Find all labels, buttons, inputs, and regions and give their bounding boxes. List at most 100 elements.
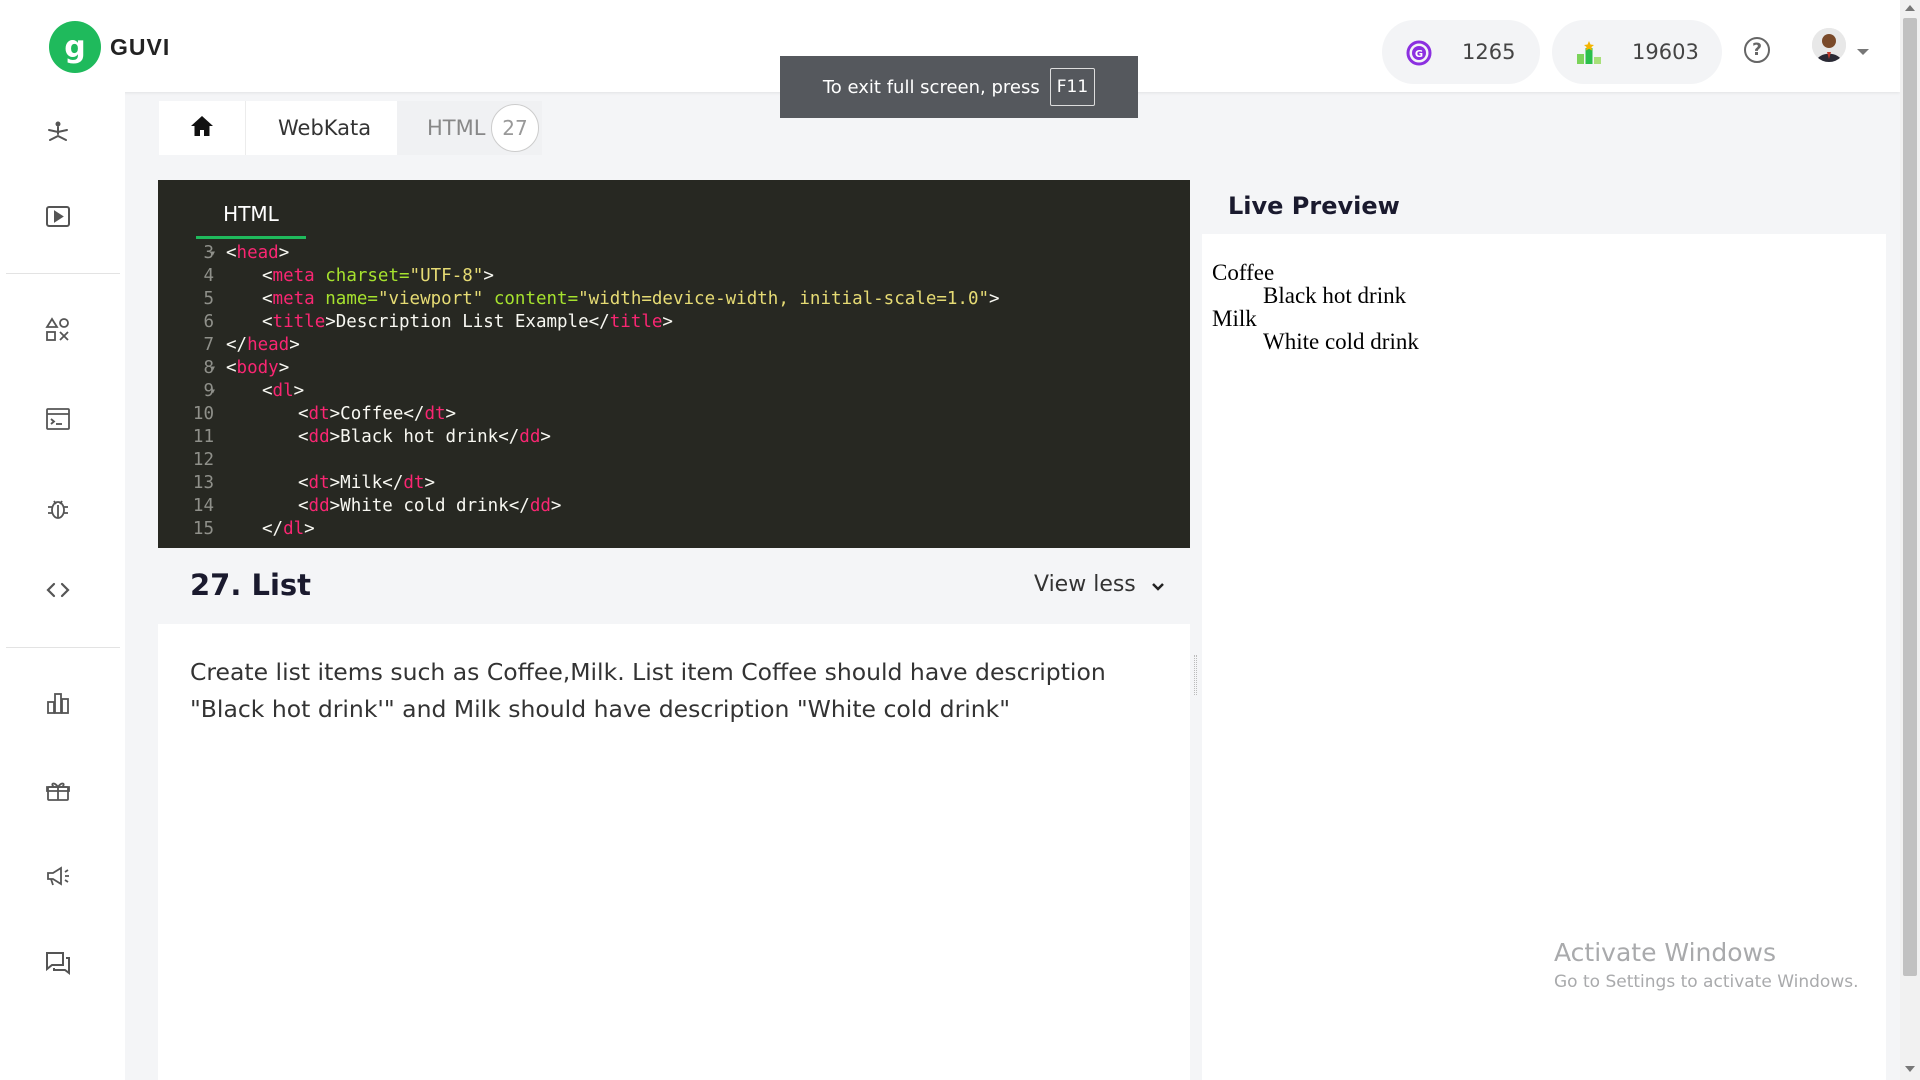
code-line[interactable]: 10 <dt>Coffee</dt>: [158, 403, 1190, 426]
code-token: <: [298, 427, 309, 447]
code-token: dt: [308, 473, 330, 493]
code-text: </dl>: [262, 518, 315, 541]
code-token: dt: [403, 473, 425, 493]
home-icon: [190, 115, 214, 142]
user-avatar[interactable]: [1812, 28, 1846, 62]
code-token: dl: [272, 381, 294, 401]
question-circle-icon[interactable]: ?: [1744, 37, 1770, 63]
code-line[interactable]: 5 <meta name="viewport" content="width=de…: [158, 288, 1190, 311]
view-less-button[interactable]: View less: [1034, 572, 1165, 598]
code-token: meta: [272, 289, 315, 309]
code-token: title: [609, 312, 663, 332]
yoga-pose-icon[interactable]: [44, 118, 72, 146]
scrollbar-thumb[interactable]: [1903, 18, 1917, 976]
fold-arrow-icon[interactable]: ▾: [210, 380, 216, 403]
code-token: >Coffee</: [329, 404, 425, 424]
code-line[interactable]: 12: [158, 449, 1190, 472]
code-token: >: [550, 496, 562, 516]
code-line[interactable]: 7 </head>: [158, 334, 1190, 357]
code-token: </: [226, 335, 248, 355]
code-line[interactable]: 8 ▾ <body>: [158, 357, 1190, 380]
code-token: <: [226, 243, 237, 263]
breadcrumb-html-label: HTML: [427, 116, 486, 140]
code-line[interactable]: 15 </dl>: [158, 518, 1190, 541]
preview-header: Live Preview: [1202, 180, 1886, 234]
preview-term: Milk: [1212, 306, 1257, 331]
line-number: 8: [203, 358, 214, 378]
code-line[interactable]: 9 ▾ <dl>: [158, 380, 1190, 403]
terminal-window-icon[interactable]: [44, 405, 72, 433]
chat-bubbles-icon[interactable]: [44, 950, 72, 978]
code-line[interactable]: 6 <title>Description List Example</title>: [158, 311, 1190, 334]
code-line[interactable]: 4 <meta charset="UTF-8">: [158, 265, 1190, 288]
code-line[interactable]: 14 <dd>White cold drink</dd>: [158, 495, 1190, 518]
line-number: 14: [192, 496, 214, 516]
rank-counter[interactable]: 19603: [1552, 20, 1722, 84]
toast-key: F11: [1049, 68, 1096, 106]
fold-arrow-icon[interactable]: ▾: [210, 242, 216, 265]
code-token: title: [272, 312, 326, 332]
line-number: 13: [192, 473, 214, 493]
code-token: >: [540, 427, 551, 447]
code-token: >: [278, 243, 290, 263]
code-lines[interactable]: 3 ▾ <head> 4 <meta charset="UTF-8"> 5 <meta na…: [158, 242, 1190, 541]
problem-title: 27. List: [190, 568, 312, 602]
breadcrumb: WebKata HTML 27: [159, 101, 542, 155]
scroll-down-arrow-icon[interactable]: [1905, 1066, 1915, 1072]
code-token: <: [298, 496, 309, 516]
megaphone-icon[interactable]: [44, 862, 72, 890]
fold-arrow-icon[interactable]: ▾: [210, 357, 216, 380]
sidebar-divider: [6, 273, 120, 274]
scroll-up-arrow-icon[interactable]: [1905, 5, 1915, 11]
line-number: 10: [192, 404, 214, 424]
shapes-icon[interactable]: [44, 316, 72, 344]
code-token: dd: [529, 496, 551, 516]
code-token: <: [262, 381, 273, 401]
windows-activation-subtitle: Go to Settings to activate Windows.: [1554, 972, 1859, 992]
code-token: >: [445, 404, 457, 424]
code-token: "UTF-8": [409, 266, 484, 286]
code-line[interactable]: 11 <dd>Black hot drink</dd>: [158, 426, 1190, 449]
code-token: >: [304, 519, 315, 539]
preview-title: Live Preview: [1228, 192, 1400, 220]
problem-header: 27. List View less: [158, 548, 1190, 624]
line-number: 3: [203, 243, 214, 263]
code-token: dd: [308, 427, 330, 447]
view-less-label: View less: [1034, 572, 1136, 597]
code-line[interactable]: 3 ▾ <head>: [158, 242, 1190, 265]
code-token: head: [236, 243, 279, 263]
tab-html[interactable]: HTML: [196, 194, 306, 240]
code-token: >: [662, 312, 673, 332]
breadcrumb-webkata[interactable]: WebKata: [245, 101, 397, 155]
code-token: body: [236, 358, 279, 378]
code-token: >: [278, 358, 290, 378]
breadcrumb-html[interactable]: HTML 27: [397, 101, 542, 155]
code-token: meta: [272, 266, 315, 286]
pane-splitter[interactable]: [1190, 180, 1202, 1080]
gems-value: 1265: [1462, 40, 1516, 64]
code-editor[interactable]: HTML 3 ▾ <head> 4 <meta charset="UTF-8"> 5 <me…: [158, 180, 1190, 548]
code-token: <: [262, 289, 273, 309]
breadcrumb-home[interactable]: [159, 101, 245, 155]
rank-value: 19603: [1632, 40, 1699, 64]
line-number: 11: [192, 427, 214, 447]
bug-icon[interactable]: [44, 494, 72, 522]
live-preview-pane: Coffee Black hot drink Milk White cold d…: [1202, 234, 1886, 1080]
problem-count-badge: 27: [491, 104, 539, 152]
play-video-icon[interactable]: [44, 203, 72, 231]
gems-counter[interactable]: G 1265: [1382, 20, 1540, 84]
drag-handle-icon[interactable]: [1194, 655, 1197, 695]
code-line[interactable]: 13 <dt>Milk</dt>: [158, 472, 1190, 495]
bar-chart-icon[interactable]: [44, 688, 72, 716]
code-token: >: [483, 266, 494, 286]
code-token: >Description List Example</: [325, 312, 610, 332]
page-scrollbar[interactable]: [1900, 0, 1920, 1080]
code-token: <: [226, 358, 237, 378]
chevron-down-icon[interactable]: [1857, 49, 1869, 55]
guvi-logo[interactable]: g GUVI: [49, 21, 170, 73]
code-brackets-icon[interactable]: [44, 576, 72, 604]
code-token: dt: [424, 404, 446, 424]
gift-box-icon[interactable]: [44, 776, 72, 804]
toast-text: To exit full screen, press: [822, 76, 1040, 98]
